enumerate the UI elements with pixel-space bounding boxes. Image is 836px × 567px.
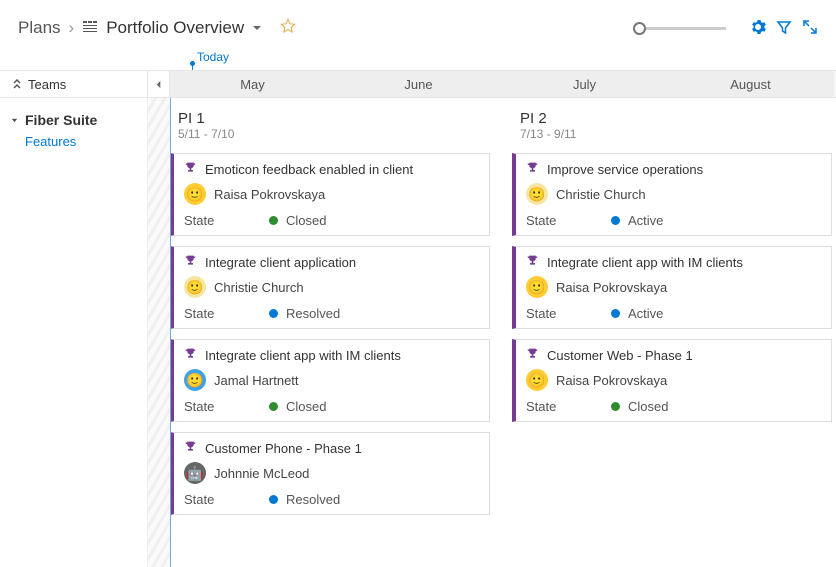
breadcrumb-root[interactable]: Plans [18,18,61,38]
avatar: 🙂 [526,183,548,205]
assignee-name: Christie Church [556,187,646,202]
work-item-card[interactable]: Integrate client app with IM clients 🙂 R… [512,246,832,329]
chevron-down-icon[interactable] [252,18,262,38]
month-header: July [502,71,668,97]
state-label: State [184,492,269,507]
collapse-all-icon[interactable] [12,77,22,92]
work-item-card[interactable]: Customer Phone - Phase 1 🤖 Johnnie McLeo… [170,432,490,515]
state-value: Closed [286,399,326,414]
card-title: Integrate client app with IM clients [205,348,401,363]
state-value: Resolved [286,492,340,507]
card-title: Emoticon feedback enabled in client [205,162,413,177]
epic-trophy-icon [184,347,197,363]
iteration-column: PI 15/11 - 7/10 Emoticon feedback enable… [170,110,490,525]
plan-title[interactable]: Portfolio Overview [106,18,244,38]
main-area: Fiber Suite Features PI 15/11 - 7/10 Emo… [0,98,836,567]
epic-trophy-icon [526,254,539,270]
today-line [170,98,171,567]
assignee-name: Jamal Hartnett [214,373,299,388]
portfolio-icon [82,18,98,39]
today-tick [192,64,193,70]
avatar: 🤖 [184,462,206,484]
state-value: Closed [286,213,326,228]
avatar: 🙂 [184,369,206,391]
favorite-star-icon[interactable] [280,18,296,39]
epic-trophy-icon [184,440,197,456]
state-dot [611,402,620,411]
state-label: State [184,399,269,414]
card-title: Integrate client application [205,255,356,270]
team-row[interactable]: Fiber Suite [10,112,137,128]
iteration-column: PI 27/13 - 9/11 Improve service operatio… [512,110,832,525]
state-label: State [526,213,611,228]
avatar: 🙂 [184,183,206,205]
month-header: June [336,71,502,97]
settings-gear-icon[interactable] [750,19,766,38]
work-item-card[interactable]: Customer Web - Phase 1 🙂 Raisa Pokrovska… [512,339,832,422]
work-item-card[interactable]: Improve service operations 🙂 Christie Ch… [512,153,832,236]
state-dot [611,216,620,225]
state-value: Closed [628,399,668,414]
epic-trophy-icon [526,347,539,363]
plan-board[interactable]: PI 15/11 - 7/10 Emoticon feedback enable… [148,98,836,567]
features-link[interactable]: Features [25,134,137,149]
teams-header-label: Teams [28,77,66,92]
scroll-left-button[interactable] [148,71,170,97]
page-header: Plans › Portfolio Overview [0,0,836,50]
zoom-slider[interactable] [633,22,726,35]
iteration-title: PI 2 [512,110,832,127]
state-label: State [184,213,269,228]
filter-icon[interactable] [776,19,792,38]
state-dot [269,495,278,504]
today-label: Today [197,50,229,64]
avatar: 🙂 [184,276,206,298]
avatar: 🙂 [526,276,548,298]
state-label: State [184,306,269,321]
assignee-name: Raisa Pokrovskaya [214,187,325,202]
state-dot [269,216,278,225]
assignee-name: Raisa Pokrovskaya [556,280,667,295]
zoom-knob[interactable] [633,22,646,35]
breadcrumb: Plans › Portfolio Overview [18,18,296,39]
iteration-title: PI 1 [170,110,490,127]
zoom-track[interactable] [646,27,726,30]
sidebar: Fiber Suite Features [0,98,148,567]
avatar: 🙂 [526,369,548,391]
teams-header-cell[interactable]: Teams [0,71,148,97]
iteration-range: 5/11 - 7/10 [170,127,490,141]
state-dot [269,309,278,318]
assignee-name: Johnnie McLeod [214,466,309,481]
state-value: Active [628,306,663,321]
card-title: Customer Web - Phase 1 [547,348,693,363]
breadcrumb-separator: › [69,18,75,38]
assignee-name: Christie Church [214,280,304,295]
timeline-header: Teams May June July August [0,70,836,98]
team-name: Fiber Suite [25,112,97,128]
month-header: May [170,71,336,97]
fullscreen-icon[interactable] [802,19,818,38]
assignee-name: Raisa Pokrovskaya [556,373,667,388]
epic-trophy-icon [184,161,197,177]
state-dot [611,309,620,318]
work-item-card[interactable]: Integrate client app with IM clients 🙂 J… [170,339,490,422]
state-label: State [526,306,611,321]
today-marker-row: Today [170,50,836,70]
epic-trophy-icon [526,161,539,177]
month-header: August [668,71,834,97]
epic-trophy-icon [184,254,197,270]
state-value: Resolved [286,306,340,321]
state-value: Active [628,213,663,228]
work-item-card[interactable]: Emoticon feedback enabled in client 🙂 Ra… [170,153,490,236]
card-title: Customer Phone - Phase 1 [205,441,362,456]
state-label: State [526,399,611,414]
state-dot [269,402,278,411]
work-item-card[interactable]: Integrate client application 🙂 Christie … [170,246,490,329]
card-title: Integrate client app with IM clients [547,255,743,270]
iteration-range: 7/13 - 9/11 [512,127,832,141]
card-title: Improve service operations [547,162,703,177]
